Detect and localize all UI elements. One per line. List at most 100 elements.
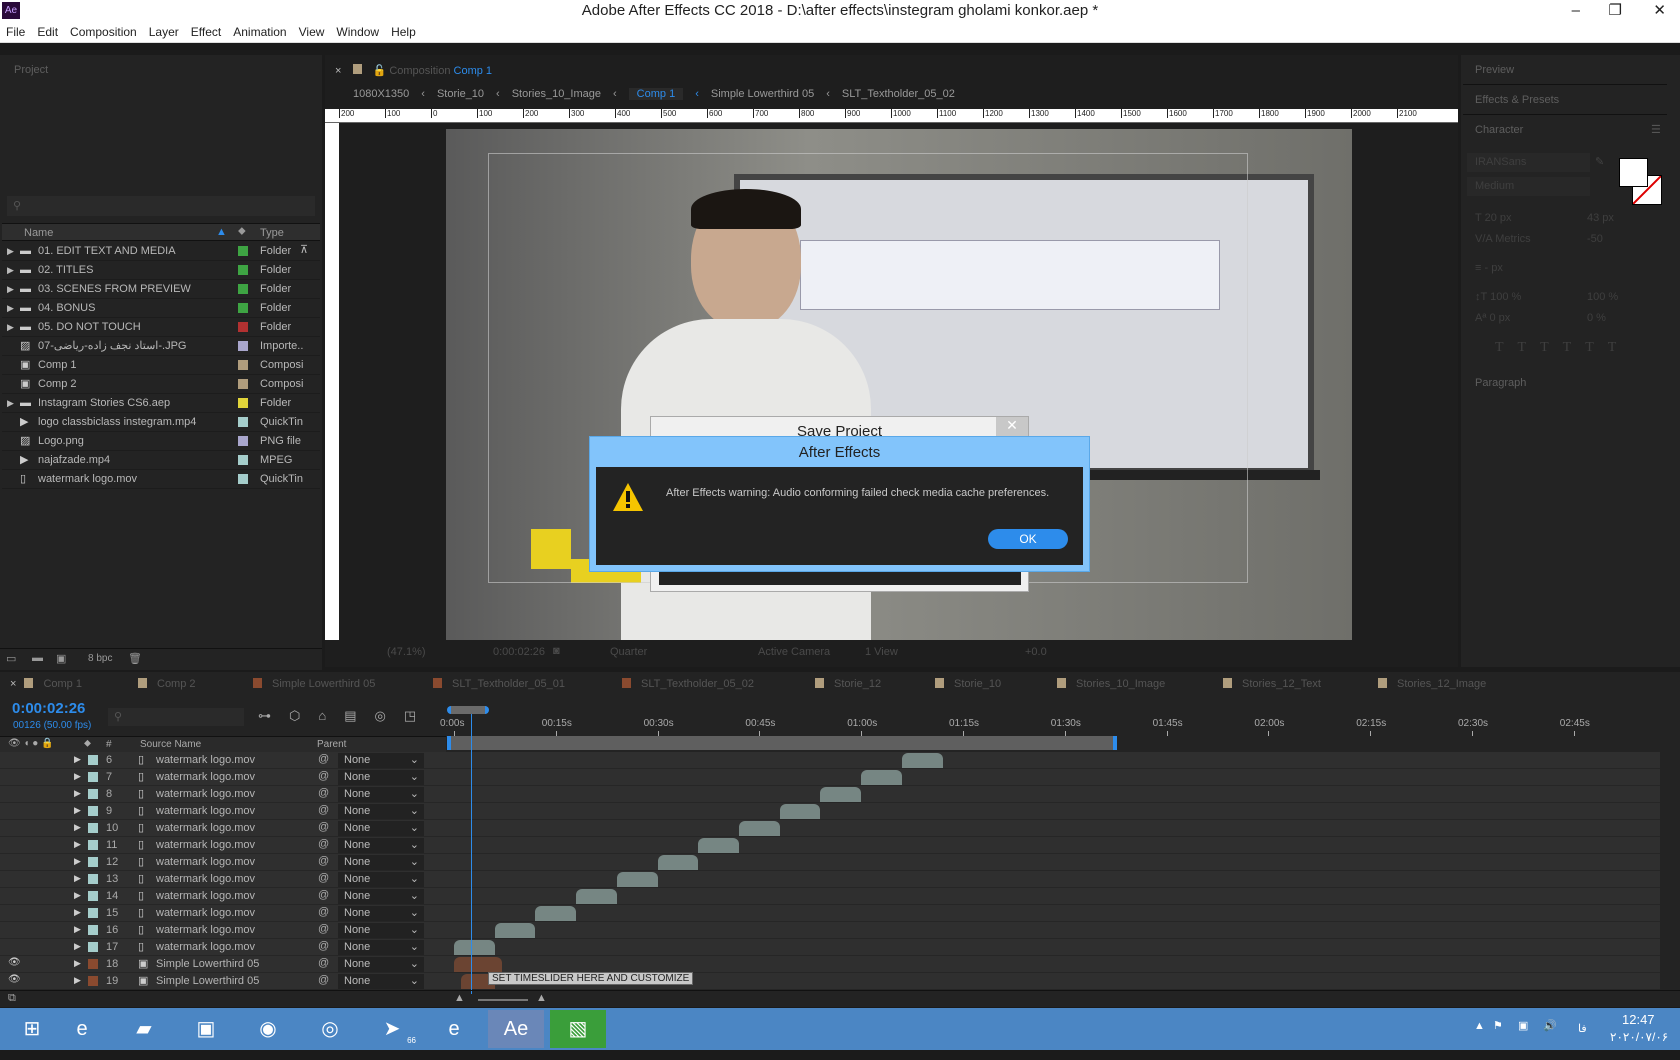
minimize-icon[interactable]: –: [1572, 0, 1580, 22]
expand-arrow-icon[interactable]: ▶: [74, 958, 81, 969]
layer-source-name[interactable]: watermark logo.mov: [156, 771, 255, 783]
taskbar-chrome[interactable]: ◎: [302, 1010, 358, 1048]
layer-row[interactable]: ▶ 7 ▯ watermark logo.mov @ None ⌄: [0, 769, 1660, 786]
pick-whip-icon[interactable]: @: [318, 753, 329, 765]
parent-dropdown[interactable]: None ⌄: [338, 787, 424, 802]
layer-row[interactable]: ▶ 17 ▯ watermark logo.mov @ None ⌄: [0, 939, 1660, 956]
work-area-bar[interactable]: [447, 736, 1117, 750]
ok-button[interactable]: OK: [988, 529, 1068, 549]
new-comp-icon[interactable]: ▣: [56, 652, 66, 665]
taskbar-store[interactable]: ▣: [178, 1010, 234, 1048]
vertical-ruler[interactable]: [325, 123, 339, 643]
layer-source-name[interactable]: watermark logo.mov: [156, 873, 255, 885]
font-size-value[interactable]: 20 px: [1485, 212, 1512, 224]
menu-view[interactable]: View: [293, 22, 331, 42]
timeline-switches[interactable]: ⊶⬡⌂▤◎◳: [258, 708, 434, 724]
layer-row[interactable]: ▶ 14 ▯ watermark logo.mov @ None ⌄: [0, 888, 1660, 905]
layer-label-swatch[interactable]: [88, 976, 98, 986]
parent-dropdown[interactable]: None ⌄: [338, 855, 424, 870]
layer-duration-bar[interactable]: [454, 940, 495, 955]
effects-presets-tab[interactable]: Effects & Presets: [1475, 94, 1559, 106]
label-color-swatch[interactable]: [238, 303, 248, 313]
layer-duration-bar[interactable]: [861, 770, 902, 785]
label-color-swatch[interactable]: [238, 417, 248, 427]
timeline-tab[interactable]: SLT_Textholder_05_01: [433, 678, 565, 690]
project-item[interactable]: ▶ najafzade.mp4 MPEG: [2, 451, 320, 470]
expand-arrow-icon[interactable]: ▶: [74, 924, 81, 935]
parent-dropdown[interactable]: None ⌄: [338, 889, 424, 904]
layer-row[interactable]: 👁 ▶ 18 ▣ Simple Lowerthird 05 @ None ⌄: [0, 956, 1660, 973]
breadcrumb-item[interactable]: Storie_10: [437, 88, 484, 100]
project-item[interactable]: ▶ logo classbiclass instegram.mp4 QuickTin: [2, 413, 320, 432]
label-color-swatch[interactable]: [238, 265, 248, 275]
parent-dropdown[interactable]: None ⌄: [338, 872, 424, 887]
layer-duration-bar[interactable]: [494, 923, 536, 938]
layer-source-name[interactable]: watermark logo.mov: [156, 805, 255, 817]
column-name[interactable]: Name: [24, 227, 53, 239]
timeline-tab[interactable]: Storie_12: [815, 678, 881, 690]
lock-icon[interactable]: 🔓: [373, 65, 387, 77]
expand-arrow-icon[interactable]: ▶: [74, 822, 81, 833]
horizontal-scale-value[interactable]: 100 %: [1587, 287, 1618, 308]
layer-source-name[interactable]: watermark logo.mov: [156, 822, 255, 834]
menu-effect[interactable]: Effect: [185, 22, 227, 42]
expand-arrow-icon[interactable]: ▶: [74, 890, 81, 901]
breadcrumb-item[interactable]: Simple Lowerthird 05: [711, 88, 814, 100]
column-source-name[interactable]: Source Name: [140, 739, 201, 750]
layer-source-name[interactable]: watermark logo.mov: [156, 788, 255, 800]
baseline-shift-value[interactable]: 0 px: [1489, 312, 1510, 324]
layer-source-name[interactable]: watermark logo.mov: [156, 839, 255, 851]
panel-menu-icon[interactable]: ☰: [1651, 123, 1661, 136]
project-item[interactable]: ▶ ▬ Instagram Stories CS6.aep Folder: [2, 394, 320, 413]
interpret-footage-icon[interactable]: ▭: [6, 652, 16, 665]
layer-label-swatch[interactable]: [88, 925, 98, 935]
expand-arrow-icon[interactable]: ▶: [74, 941, 81, 952]
timeline-tab[interactable]: Stories_10_Image: [1057, 678, 1165, 690]
tracking-value[interactable]: -50: [1587, 229, 1603, 250]
timeline-current-time[interactable]: 0:00:02:26: [12, 700, 85, 717]
layer-source-name[interactable]: watermark logo.mov: [156, 941, 255, 953]
visibility-eye-icon[interactable]: 👁: [8, 974, 21, 985]
label-tag-icon[interactable]: ⬥: [238, 225, 246, 238]
menu-animation[interactable]: Animation: [227, 22, 292, 42]
parent-dropdown[interactable]: None ⌄: [338, 974, 424, 989]
taskbar-telegram[interactable]: ➤ 66: [364, 1010, 420, 1048]
pick-whip-icon[interactable]: @: [318, 855, 329, 867]
pick-whip-icon[interactable]: @: [318, 787, 329, 799]
label-color-swatch[interactable]: [238, 379, 248, 389]
timeline-search-input[interactable]: ⚲: [108, 708, 244, 726]
layer-label-swatch[interactable]: [88, 772, 98, 782]
timeline-tab[interactable]: SLT_Textholder_05_02: [622, 678, 754, 690]
bit-depth-button[interactable]: 8 bpc: [88, 653, 112, 664]
layer-row[interactable]: ▶ 11 ▯ watermark logo.mov @ None ⌄: [0, 837, 1660, 854]
timeline-tab[interactable]: Stories_12_Text: [1223, 678, 1321, 690]
timeline-zoom-slider[interactable]: [478, 999, 528, 1001]
project-item[interactable]: ▶ ▬ 04. BONUS Folder: [2, 299, 320, 318]
label-color-swatch[interactable]: [238, 322, 248, 332]
parent-dropdown[interactable]: None ⌄: [338, 923, 424, 938]
expand-arrow-icon[interactable]: ▶: [74, 975, 81, 986]
menu-window[interactable]: Window: [330, 22, 385, 42]
pick-whip-icon[interactable]: @: [318, 974, 329, 986]
layer-label-swatch[interactable]: [88, 959, 98, 969]
column-parent[interactable]: Parent: [317, 739, 346, 750]
active-comp-name[interactable]: Comp 1: [454, 65, 493, 77]
layer-label-swatch[interactable]: [88, 908, 98, 918]
layer-label-swatch[interactable]: [88, 806, 98, 816]
breadcrumb-item[interactable]: 1080X1350: [353, 88, 409, 100]
layer-duration-bar[interactable]: [657, 855, 699, 870]
layer-label-swatch[interactable]: [88, 823, 98, 833]
menu-edit[interactable]: Edit: [31, 22, 64, 42]
expand-arrow-icon[interactable]: ▶: [74, 805, 81, 816]
layer-duration-bar[interactable]: [576, 889, 617, 904]
layer-source-name[interactable]: watermark logo.mov: [156, 924, 255, 936]
breadcrumb-item[interactable]: SLT_Textholder_05_02: [842, 88, 955, 100]
breadcrumb-item[interactable]: Comp 1: [628, 88, 684, 100]
layer-row[interactable]: ▶ 16 ▯ watermark logo.mov @ None ⌄: [0, 922, 1660, 939]
expand-arrow-icon[interactable]: ▶: [74, 771, 81, 782]
project-item[interactable]: ▣ Comp 2 Composi: [2, 375, 320, 394]
layer-row[interactable]: ▶ 12 ▯ watermark logo.mov @ None ⌄: [0, 854, 1660, 871]
expand-arrow-icon[interactable]: ▶: [74, 788, 81, 799]
camera-dropdown[interactable]: Active Camera: [758, 646, 830, 658]
pick-whip-icon[interactable]: @: [318, 906, 329, 918]
